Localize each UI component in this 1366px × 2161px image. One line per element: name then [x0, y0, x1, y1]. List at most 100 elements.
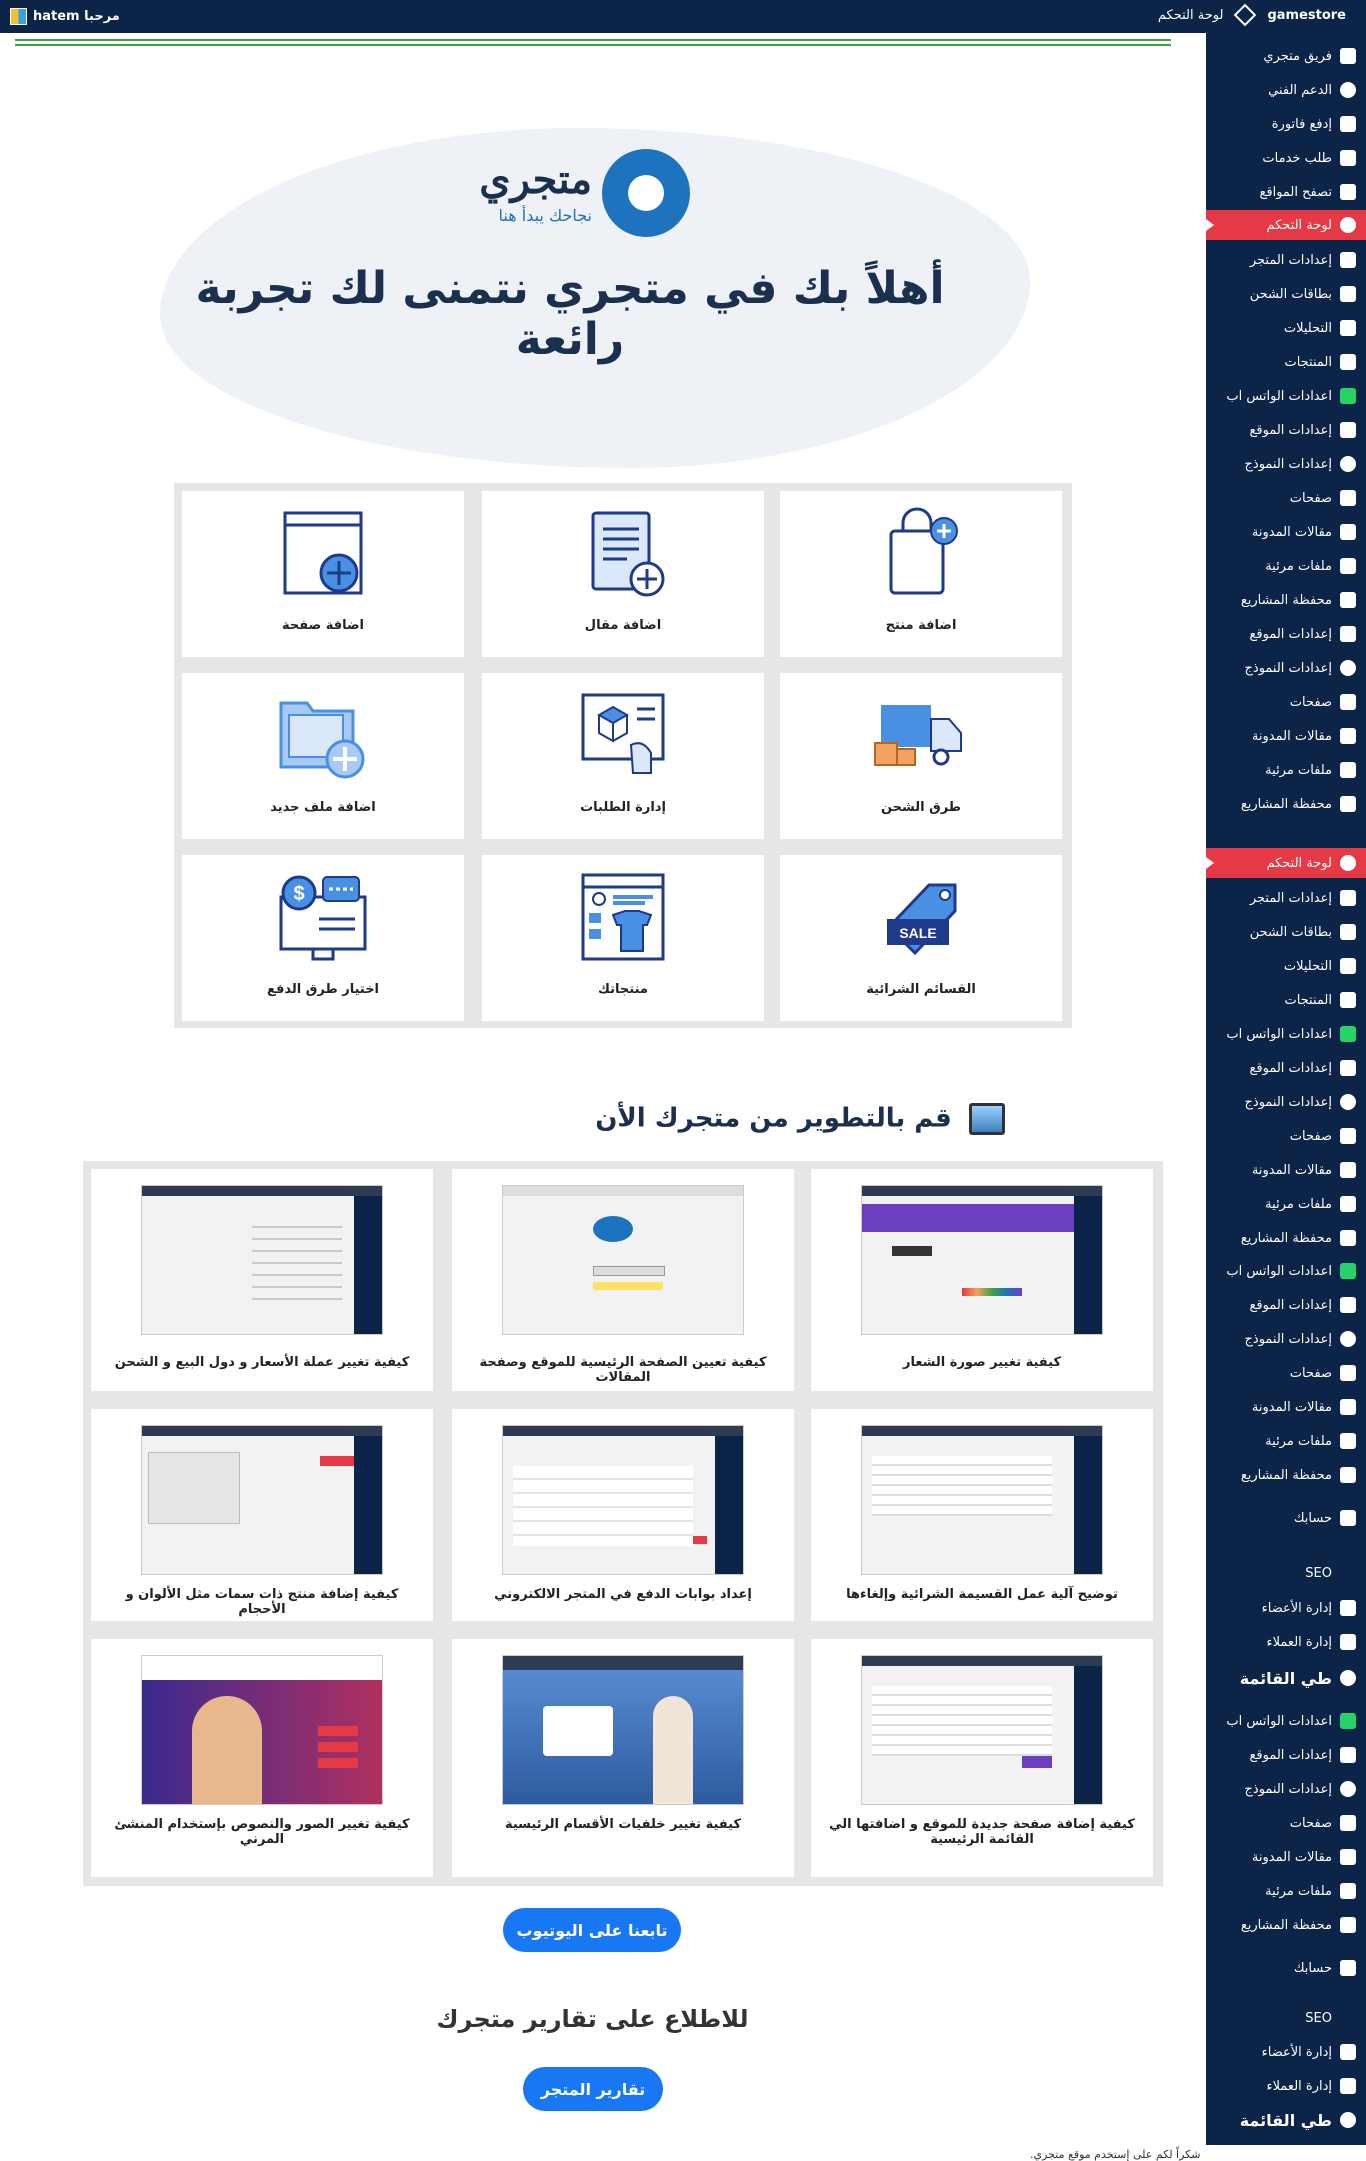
sidebar-item-label: مقالات المدونة [1251, 728, 1332, 744]
video-card[interactable]: كيفية تغيير صورة الشعار [811, 1169, 1153, 1391]
sidebar-item[interactable]: مقالات المدونة [1206, 1155, 1366, 1185]
sidebar-item[interactable]: إدفع فاتورة [1206, 109, 1366, 139]
video-card[interactable]: كيفية تغيير الصور والنصوص بإستخدام المنش… [91, 1639, 433, 1877]
video-card[interactable]: كيفية تعيين الصفحة الرئيسية للموقع وصفحة… [452, 1169, 794, 1391]
sidebar-item[interactable]: المنتجات [1206, 347, 1366, 377]
store-name-link[interactable]: gamestore [1267, 8, 1346, 23]
sidebar-item[interactable]: مقالات المدونة [1206, 1842, 1366, 1872]
sidebar-item[interactable]: بطاقات الشحن [1206, 279, 1366, 309]
sidebar-item[interactable]: ملفات مرئية [1206, 1426, 1366, 1456]
sidebar-item[interactable]: إعدادات النموذج [1206, 1087, 1366, 1117]
action-label: اضافة صفحة [282, 618, 364, 633]
pages-icon [1340, 1365, 1356, 1381]
sidebar-item-label: إعدادات المتجر [1249, 890, 1332, 906]
video-card[interactable]: كيفية إضافة منتج ذات سمات مثل الألوان و … [91, 1409, 433, 1621]
action-add-article[interactable]: اضافة مقال [482, 491, 764, 657]
sidebar-item[interactable]: لوحة التحكم [1206, 848, 1366, 878]
sidebar-item[interactable]: صفحات [1206, 687, 1366, 717]
action-manage-orders[interactable]: إدارة الطلبات [482, 673, 764, 839]
video-card[interactable]: توضيح آلية عمل القسيمة الشرائية وإلغاءها [811, 1409, 1153, 1621]
sidebar-item[interactable]: صفحات [1206, 1808, 1366, 1838]
sidebar-item[interactable]: إعدادات الموقع [1206, 619, 1366, 649]
sidebar-item[interactable]: محفظة المشاريع [1206, 585, 1366, 615]
sidebar-item[interactable]: بطاقات الشحن [1206, 917, 1366, 947]
sidebar-item[interactable]: اعدادات الواتس اب [1206, 381, 1366, 411]
video-card[interactable]: كيفية تغيير خلفيات الأقسام الرئيسية [452, 1639, 794, 1877]
sidebar-item-label: محفظة المشاريع [1240, 592, 1332, 608]
store-reports-button[interactable]: تقارير المتجر [523, 2067, 663, 2111]
sidebar-item[interactable]: ملفات مرئية [1206, 755, 1366, 785]
sidebar-item-label: حسابك [1293, 1960, 1332, 1976]
sidebar-item[interactable]: إعدادات الموقع [1206, 415, 1366, 445]
sidebar-item[interactable]: إعدادات النموذج [1206, 653, 1366, 683]
sidebar-item[interactable]: التحليلات [1206, 951, 1366, 981]
sidebar-item[interactable]: محفظة المشاريع [1206, 789, 1366, 819]
sidebar-item[interactable]: محفظة المشاريع [1206, 1460, 1366, 1490]
sidebar-item[interactable]: صفحات [1206, 1121, 1366, 1151]
sidebar-item[interactable]: محفظة المشاريع [1206, 1910, 1366, 1940]
sidebar-item[interactable]: طي القائمة [1206, 2105, 1366, 2135]
sidebar-item[interactable]: اعدادات الواتس اب [1206, 1256, 1366, 1286]
sidebar-item[interactable]: اعدادات الواتس اب [1206, 1019, 1366, 1049]
lock-icon [1340, 924, 1356, 940]
sidebar-item[interactable]: لوحة التحكم [1206, 210, 1366, 240]
sidebar-item[interactable]: ملفات مرئية [1206, 1876, 1366, 1906]
sidebar-item[interactable]: حسابك [1206, 1503, 1366, 1533]
sidebar-item[interactable]: محفظة المشاريع [1206, 1223, 1366, 1253]
sidebar-item[interactable]: صفحات [1206, 483, 1366, 513]
sidebar-item[interactable]: SEO [1206, 1558, 1366, 1588]
sidebar-item[interactable]: فريق متجري [1206, 41, 1366, 71]
clients-icon [1340, 1634, 1356, 1650]
sidebar-item[interactable]: حسابك [1206, 1953, 1366, 1983]
user-icon [1340, 1510, 1356, 1526]
sidebar-item[interactable]: إعدادات الموقع [1206, 1290, 1366, 1320]
sidebar-item[interactable]: الدعم الفني [1206, 75, 1366, 105]
bag-icon [1340, 992, 1356, 1008]
video-card[interactable]: إعداد بوابات الدفع في المتجر الالكتروني [452, 1409, 794, 1621]
sidebar-item[interactable]: طي القائمة [1206, 1663, 1366, 1693]
user-greeting[interactable]: مرحبا hatem [10, 8, 120, 25]
sidebar-item-label: تصفح المواقع [1259, 184, 1332, 200]
sidebar-item[interactable]: طلب خدمات [1206, 143, 1366, 173]
sidebar-item-label: إعدادات المتجر [1249, 252, 1332, 268]
sidebar-item[interactable]: إعدادات المتجر [1206, 883, 1366, 913]
sidebar-item[interactable]: إدارة العملاء [1206, 2071, 1366, 2101]
sidebar-item[interactable]: صفحات [1206, 1358, 1366, 1388]
dashboard-link[interactable]: لوحة التحكم [1158, 8, 1224, 23]
sidebar-item[interactable]: مقالات المدونة [1206, 517, 1366, 547]
video-card[interactable]: كيفية إضافة صفحة جديدة للموقع و اضافتها … [811, 1639, 1153, 1877]
sidebar-item[interactable]: إدارة الأعضاء [1206, 2037, 1366, 2067]
video-card[interactable]: كيفية تغيير عملة الأسعار و دول البيع و ا… [91, 1169, 433, 1391]
sidebar-item[interactable]: مقالات المدونة [1206, 1392, 1366, 1422]
action-your-products[interactable]: منتجاتك [482, 855, 764, 1021]
action-coupons[interactable]: SALE القسائم الشرائية [780, 855, 1062, 1021]
sidebar-item[interactable]: إعدادات الموقع [1206, 1053, 1366, 1083]
sidebar-item[interactable]: ملفات مرئية [1206, 551, 1366, 581]
action-add-file[interactable]: اضافة ملف جديد [182, 673, 464, 839]
lock-icon [1340, 286, 1356, 302]
action-shipping-methods[interactable]: طرق الشحن [780, 673, 1062, 839]
sidebar-item[interactable]: ملفات مرئية [1206, 1189, 1366, 1219]
sidebar-item[interactable]: SEO [1206, 2003, 1366, 2033]
action-payment-methods[interactable]: $ اختيار طرق الدفع [182, 855, 464, 1021]
plus-box-icon [1340, 422, 1356, 438]
sidebar-item[interactable]: إعدادات النموذج [1206, 449, 1366, 479]
pages-icon [1340, 1815, 1356, 1831]
sidebar-item[interactable]: إعدادات النموذج [1206, 1774, 1366, 1804]
sidebar-item[interactable]: إدارة الأعضاء [1206, 1593, 1366, 1623]
action-add-page[interactable]: اضافة صفحة [182, 491, 464, 657]
sidebar-item[interactable]: التحليلات [1206, 313, 1366, 343]
sidebar-item[interactable]: المنتجات [1206, 985, 1366, 1015]
sidebar-item[interactable]: تصفح المواقع [1206, 177, 1366, 207]
action-add-product[interactable]: اضافة منتج [780, 491, 1062, 657]
monitor-dollar-icon: $ [279, 875, 367, 961]
sidebar-item[interactable]: إعدادات الموقع [1206, 1740, 1366, 1770]
sidebar-item[interactable]: إدارة العملاء [1206, 1627, 1366, 1657]
youtube-follow-button[interactable]: تابعنا على اليوتيوب [503, 1908, 681, 1952]
sidebar-item[interactable]: إعدادات المتجر [1206, 245, 1366, 275]
sidebar-item[interactable]: اعدادات الواتس اب [1206, 1706, 1366, 1736]
sidebar-item[interactable]: مقالات المدونة [1206, 721, 1366, 751]
sidebar-item[interactable]: إعدادات النموذج [1206, 1324, 1366, 1354]
d-circle-icon [1340, 660, 1356, 676]
dashboard-icon [1340, 855, 1356, 871]
